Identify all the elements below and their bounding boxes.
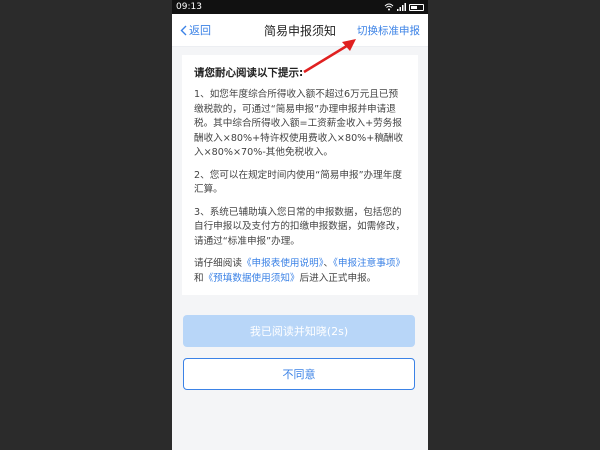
- notice-item-1: 1、如您年度综合所得收入额不超过6万元且已预缴税款的，可通过“简易申报”办理申报…: [194, 89, 404, 158]
- annotation-arrow-icon: [303, 39, 356, 74]
- reading-prefix: 请仔细阅读: [194, 258, 242, 269]
- notice-item-2: 2、您可以在规定时间内使用“简易申报”办理年度汇算。: [194, 169, 402, 196]
- reading-and: 和: [194, 272, 204, 284]
- signal-icon: [397, 3, 406, 11]
- switch-standard-declaration-link[interactable]: 切换标准申报: [357, 23, 420, 38]
- notice-card: 请您耐心阅读以下提示: 1、如您年度综合所得收入额不超过6万元且已预缴税款的，可…: [182, 55, 418, 295]
- status-time: 09:13: [176, 2, 202, 12]
- disagree-button[interactable]: 不同意: [183, 358, 415, 390]
- acknowledge-button[interactable]: 我已阅读并知晓(2s): [183, 315, 415, 347]
- reading-separator: 、: [323, 258, 334, 269]
- status-bar: 09:13: [172, 0, 428, 14]
- declaration-notes-link[interactable]: 《申报注意事项》: [333, 258, 405, 269]
- notice-item-3: 3、系统已辅助填入您日常的申报数据，包括您的自行申报以及支付方的扣缴申报数据，如…: [194, 206, 406, 247]
- chevron-left-icon: [180, 25, 187, 35]
- prefill-data-notice-link[interactable]: 《预填数据使用须知》: [204, 273, 300, 284]
- status-icons: [384, 3, 424, 11]
- back-button[interactable]: 返回: [180, 22, 211, 38]
- wifi-icon: [384, 3, 394, 11]
- back-label: 返回: [189, 24, 211, 37]
- form-instructions-link[interactable]: 《申报表使用说明》: [242, 258, 324, 269]
- reading-suffix: 后进入正式申报。: [299, 272, 377, 284]
- notice-reading-links: 请仔细阅读《申报表使用说明》、《申报注意事项》和《预填数据使用须知》后进入正式申…: [194, 257, 406, 286]
- battery-icon: [409, 3, 424, 11]
